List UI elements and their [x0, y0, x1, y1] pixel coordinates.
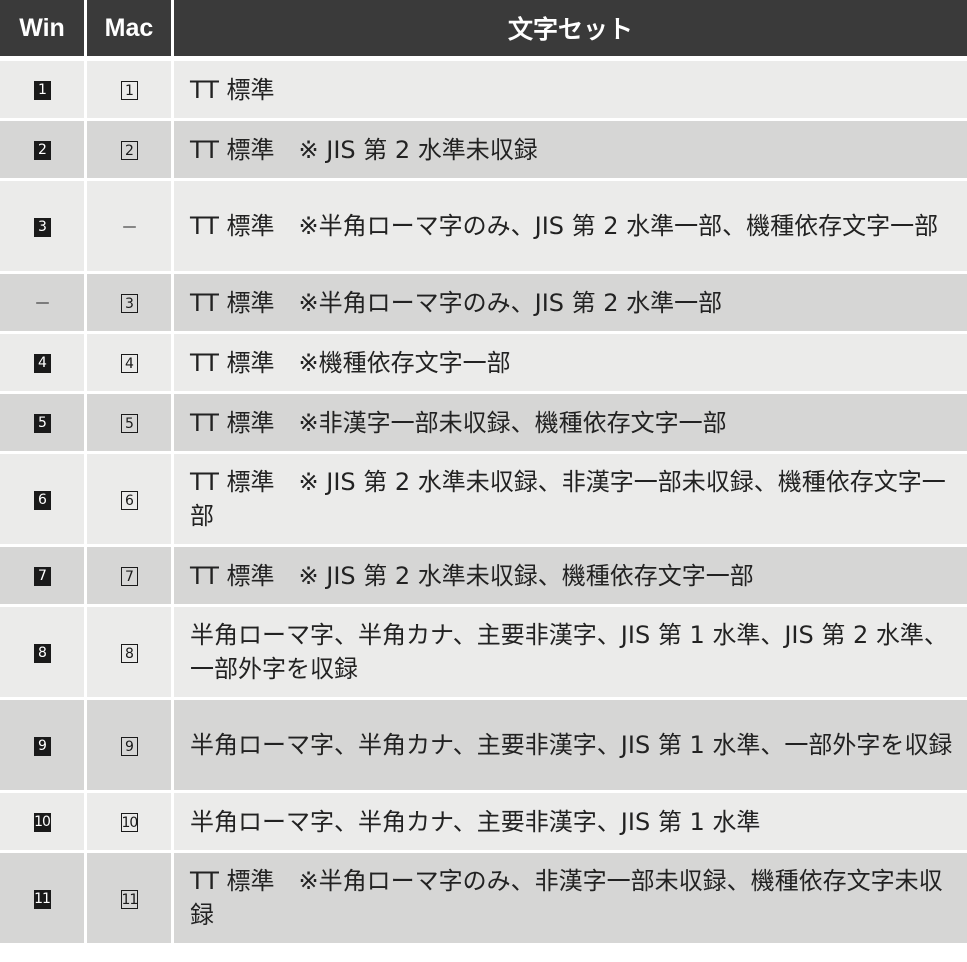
win-cell: 1	[0, 61, 84, 121]
mac-cell: —	[84, 181, 171, 274]
header-charset: 文字セット	[171, 0, 967, 61]
win-number-badge: 2	[33, 141, 51, 160]
win-number-badge: 11	[33, 889, 51, 909]
win-cell: 8	[0, 607, 84, 700]
mac-not-available-dash: —	[122, 218, 137, 235]
table-row: 4 4 TT 標準 ※機種依存文字一部	[0, 334, 967, 394]
mac-cell: 7	[84, 547, 171, 607]
table-row: 8 8 半角ローマ字、半角カナ、主要非漢字、JIS 第 1 水準、JIS 第 2…	[0, 607, 967, 700]
mac-number-badge: 11	[120, 889, 138, 909]
table-row: 3 — TT 標準 ※半角ローマ字のみ、JIS 第 2 水準一部、機種依存文字一…	[0, 181, 967, 274]
win-number-badge: 8	[33, 643, 51, 663]
mac-number-badge: 1	[120, 81, 138, 100]
table-row: 11 11 TT 標準 ※半角ローマ字のみ、非漢字一部未収録、機種依存文字未収録	[0, 853, 967, 946]
mac-number-badge: 7	[120, 567, 138, 586]
mac-cell: 3	[84, 274, 171, 334]
table-row: 9 9 半角ローマ字、半角カナ、主要非漢字、JIS 第 1 水準、一部外字を収録	[0, 700, 967, 793]
win-number-badge: 7	[33, 567, 51, 586]
charset-cell: 半角ローマ字、半角カナ、主要非漢字、JIS 第 1 水準、JIS 第 2 水準、…	[171, 607, 967, 700]
header-row: Win Mac 文字セット	[0, 0, 967, 61]
mac-number-badge: 5	[120, 414, 138, 433]
header-win: Win	[0, 0, 84, 61]
table-row: 2 2 TT 標準 ※ JIS 第 2 水準未収録	[0, 121, 967, 181]
charset-cell: TT 標準 ※半角ローマ字のみ、非漢字一部未収録、機種依存文字未収録	[171, 853, 967, 946]
win-cell: 3	[0, 181, 84, 274]
charset-cell: TT 標準 ※ JIS 第 2 水準未収録、非漢字一部未収録、機種依存文字一部	[171, 454, 967, 547]
mac-cell: 2	[84, 121, 171, 181]
win-cell: 4	[0, 334, 84, 394]
mac-cell: 6	[84, 454, 171, 547]
table-row: 5 5 TT 標準 ※非漢字一部未収録、機種依存文字一部	[0, 394, 967, 454]
table-header: Win Mac 文字セット	[0, 0, 967, 61]
win-not-available-dash: —	[35, 295, 50, 311]
table-row: — 3 TT 標準 ※半角ローマ字のみ、JIS 第 2 水準一部	[0, 274, 967, 334]
win-cell: 6	[0, 454, 84, 547]
charset-cell: TT 標準 ※機種依存文字一部	[171, 334, 967, 394]
charset-cell: TT 標準 ※ JIS 第 2 水準未収録	[171, 121, 967, 181]
mac-number-badge: 3	[120, 294, 138, 313]
table-row: 1 1 TT 標準	[0, 61, 967, 121]
win-cell: —	[0, 274, 84, 334]
win-cell: 11	[0, 853, 84, 946]
charset-cell: 半角ローマ字、半角カナ、主要非漢字、JIS 第 1 水準	[171, 793, 967, 853]
charset-cell: TT 標準 ※半角ローマ字のみ、JIS 第 2 水準一部	[171, 274, 967, 334]
win-cell: 9	[0, 700, 84, 793]
win-cell: 10	[0, 793, 84, 853]
win-cell: 2	[0, 121, 84, 181]
win-number-badge: 10	[33, 813, 51, 832]
mac-number-badge: 9	[120, 736, 138, 756]
charset-cell: 半角ローマ字、半角カナ、主要非漢字、JIS 第 1 水準、一部外字を収録	[171, 700, 967, 793]
charset-cell: TT 標準	[171, 61, 967, 121]
mac-number-badge: 4	[120, 354, 138, 373]
mac-cell: 4	[84, 334, 171, 394]
charset-table: Win Mac 文字セット 1 1 TT 標準 2 2 TT 標準 ※ JIS …	[0, 0, 967, 946]
mac-cell: 9	[84, 700, 171, 793]
table-row: 6 6 TT 標準 ※ JIS 第 2 水準未収録、非漢字一部未収録、機種依存文…	[0, 454, 967, 547]
charset-cell: TT 標準 ※ JIS 第 2 水準未収録、機種依存文字一部	[171, 547, 967, 607]
mac-cell: 11	[84, 853, 171, 946]
mac-number-badge: 6	[120, 490, 138, 510]
win-cell: 7	[0, 547, 84, 607]
win-number-badge: 9	[33, 736, 51, 756]
win-cell: 5	[0, 394, 84, 454]
mac-cell: 5	[84, 394, 171, 454]
mac-cell: 10	[84, 793, 171, 853]
mac-number-badge: 2	[120, 141, 138, 160]
win-number-badge: 1	[33, 81, 51, 100]
win-number-badge: 3	[33, 217, 51, 237]
mac-cell: 8	[84, 607, 171, 700]
win-number-badge: 6	[33, 490, 51, 510]
charset-cell: TT 標準 ※非漢字一部未収録、機種依存文字一部	[171, 394, 967, 454]
table-row: 10 10 半角ローマ字、半角カナ、主要非漢字、JIS 第 1 水準	[0, 793, 967, 853]
mac-cell: 1	[84, 61, 171, 121]
win-number-badge: 4	[33, 354, 51, 373]
table-body: 1 1 TT 標準 2 2 TT 標準 ※ JIS 第 2 水準未収録 3 — …	[0, 61, 967, 946]
header-mac: Mac	[84, 0, 171, 61]
table-row: 7 7 TT 標準 ※ JIS 第 2 水準未収録、機種依存文字一部	[0, 547, 967, 607]
mac-number-badge: 8	[120, 643, 138, 663]
win-number-badge: 5	[33, 414, 51, 433]
mac-number-badge: 10	[120, 813, 138, 832]
charset-cell: TT 標準 ※半角ローマ字のみ、JIS 第 2 水準一部、機種依存文字一部	[171, 181, 967, 274]
